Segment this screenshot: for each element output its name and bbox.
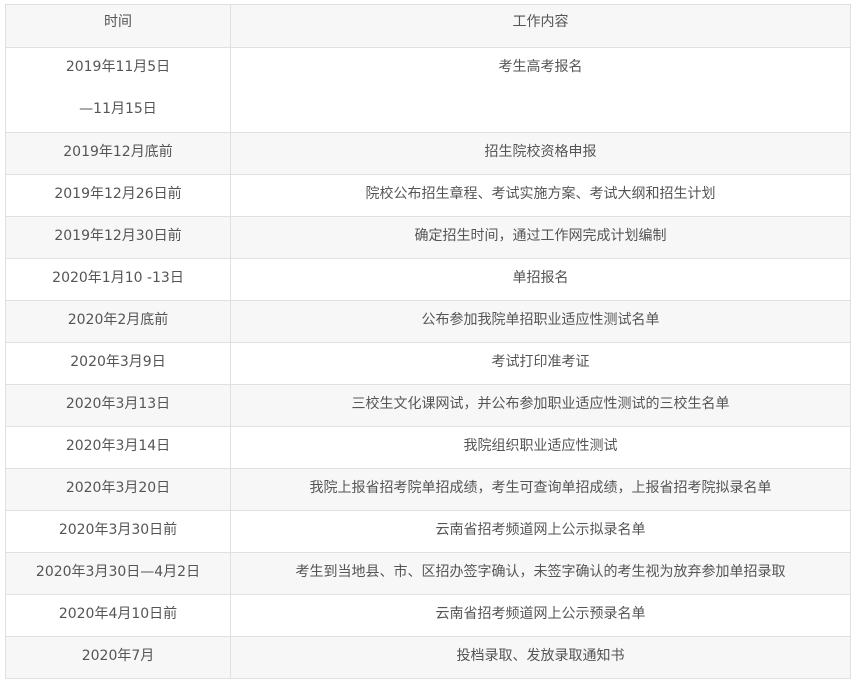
header-work-content: 工作内容 <box>230 4 851 48</box>
time-cell: 2019年12月底前 <box>5 132 231 175</box>
work-cell: 我院组织职业适应性测试 <box>230 426 851 469</box>
time-cell: 2020年3月30日—4月2日 <box>5 552 231 595</box>
work-cell: 云南省招考频道网上公示预录名单 <box>230 594 851 637</box>
time-cell: 2020年2月底前 <box>5 300 231 343</box>
work-cell: 考生到当地县、市、区招办签字确认，未签字确认的考生视为放弃参加单招录取 <box>230 552 851 595</box>
table-row: 2020年1月10 -13日 单招报名 <box>5 258 851 301</box>
header-time: 时间 <box>5 4 231 48</box>
table-row: 2020年3月14日 我院组织职业适应性测试 <box>5 426 851 469</box>
time-cell: 2019年11月5日 —11月15日 <box>5 47 231 133</box>
table-row: 2019年12月底前 招生院校资格申报 <box>5 132 851 175</box>
work-cell: 单招报名 <box>230 258 851 301</box>
work-cell: 云南省招考频道网上公示拟录名单 <box>230 510 851 553</box>
table-row: 2019年11月5日 —11月15日 考生高考报名 <box>5 47 851 133</box>
work-cell: 我院上报省招考院单招成绩，考生可查询单招成绩，上报省招考院拟录名单 <box>230 468 851 511</box>
table-row: 2020年3月30日前 云南省招考频道网上公示拟录名单 <box>5 510 851 553</box>
work-cell: 招生院校资格申报 <box>230 132 851 175</box>
time-cell: 2020年3月13日 <box>5 384 231 427</box>
table-row: 2020年2月底前 公布参加我院单招职业适应性测试名单 <box>5 300 851 343</box>
time-cell: 2020年3月9日 <box>5 342 231 385</box>
table-row: 2020年4月10日前 云南省招考频道网上公示预录名单 <box>5 594 851 637</box>
table-row: 2020年3月9日 考试打印准考证 <box>5 342 851 385</box>
work-cell: 院校公布招生章程、考试实施方案、考试大纲和招生计划 <box>230 174 851 217</box>
time-cell: 2019年12月30日前 <box>5 216 231 259</box>
work-cell: 确定招生时间，通过工作网完成计划编制 <box>230 216 851 259</box>
schedule-table-container: 时间 工作内容 2019年11月5日 —11月15日 考生高考报名 2019年1… <box>5 4 851 679</box>
work-cell: 考生高考报名 <box>230 47 851 133</box>
time-line-2: —11月15日 <box>79 101 157 117</box>
schedule-table: 时间 工作内容 2019年11月5日 —11月15日 考生高考报名 2019年1… <box>5 4 851 679</box>
table-row: 2019年12月26日前 院校公布招生章程、考试实施方案、考试大纲和招生计划 <box>5 174 851 217</box>
time-cell: 2020年3月30日前 <box>5 510 231 553</box>
time-cell: 2020年1月10 -13日 <box>5 258 231 301</box>
work-cell: 公布参加我院单招职业适应性测试名单 <box>230 300 851 343</box>
time-cell: 2020年7月 <box>5 636 231 679</box>
table-row: 2020年7月 投档录取、发放录取通知书 <box>5 636 851 679</box>
work-cell: 三校生文化课网试，并公布参加职业适应性测试的三校生名单 <box>230 384 851 427</box>
time-line-1: 2019年11月5日 <box>65 59 171 75</box>
table-row: 2020年3月20日 我院上报省招考院单招成绩，考生可查询单招成绩，上报省招考院… <box>5 468 851 511</box>
time-cell: 2020年4月10日前 <box>5 594 231 637</box>
table-row: 2019年12月30日前 确定招生时间，通过工作网完成计划编制 <box>5 216 851 259</box>
table-row: 2020年3月30日—4月2日 考生到当地县、市、区招办签字确认，未签字确认的考… <box>5 552 851 595</box>
time-cell: 2019年12月26日前 <box>5 174 231 217</box>
work-cell: 投档录取、发放录取通知书 <box>230 636 851 679</box>
time-cell: 2020年3月20日 <box>5 468 231 511</box>
work-cell: 考试打印准考证 <box>230 342 851 385</box>
table-header-row: 时间 工作内容 <box>5 4 851 48</box>
table-row: 2020年3月13日 三校生文化课网试，并公布参加职业适应性测试的三校生名单 <box>5 384 851 427</box>
time-cell: 2020年3月14日 <box>5 426 231 469</box>
